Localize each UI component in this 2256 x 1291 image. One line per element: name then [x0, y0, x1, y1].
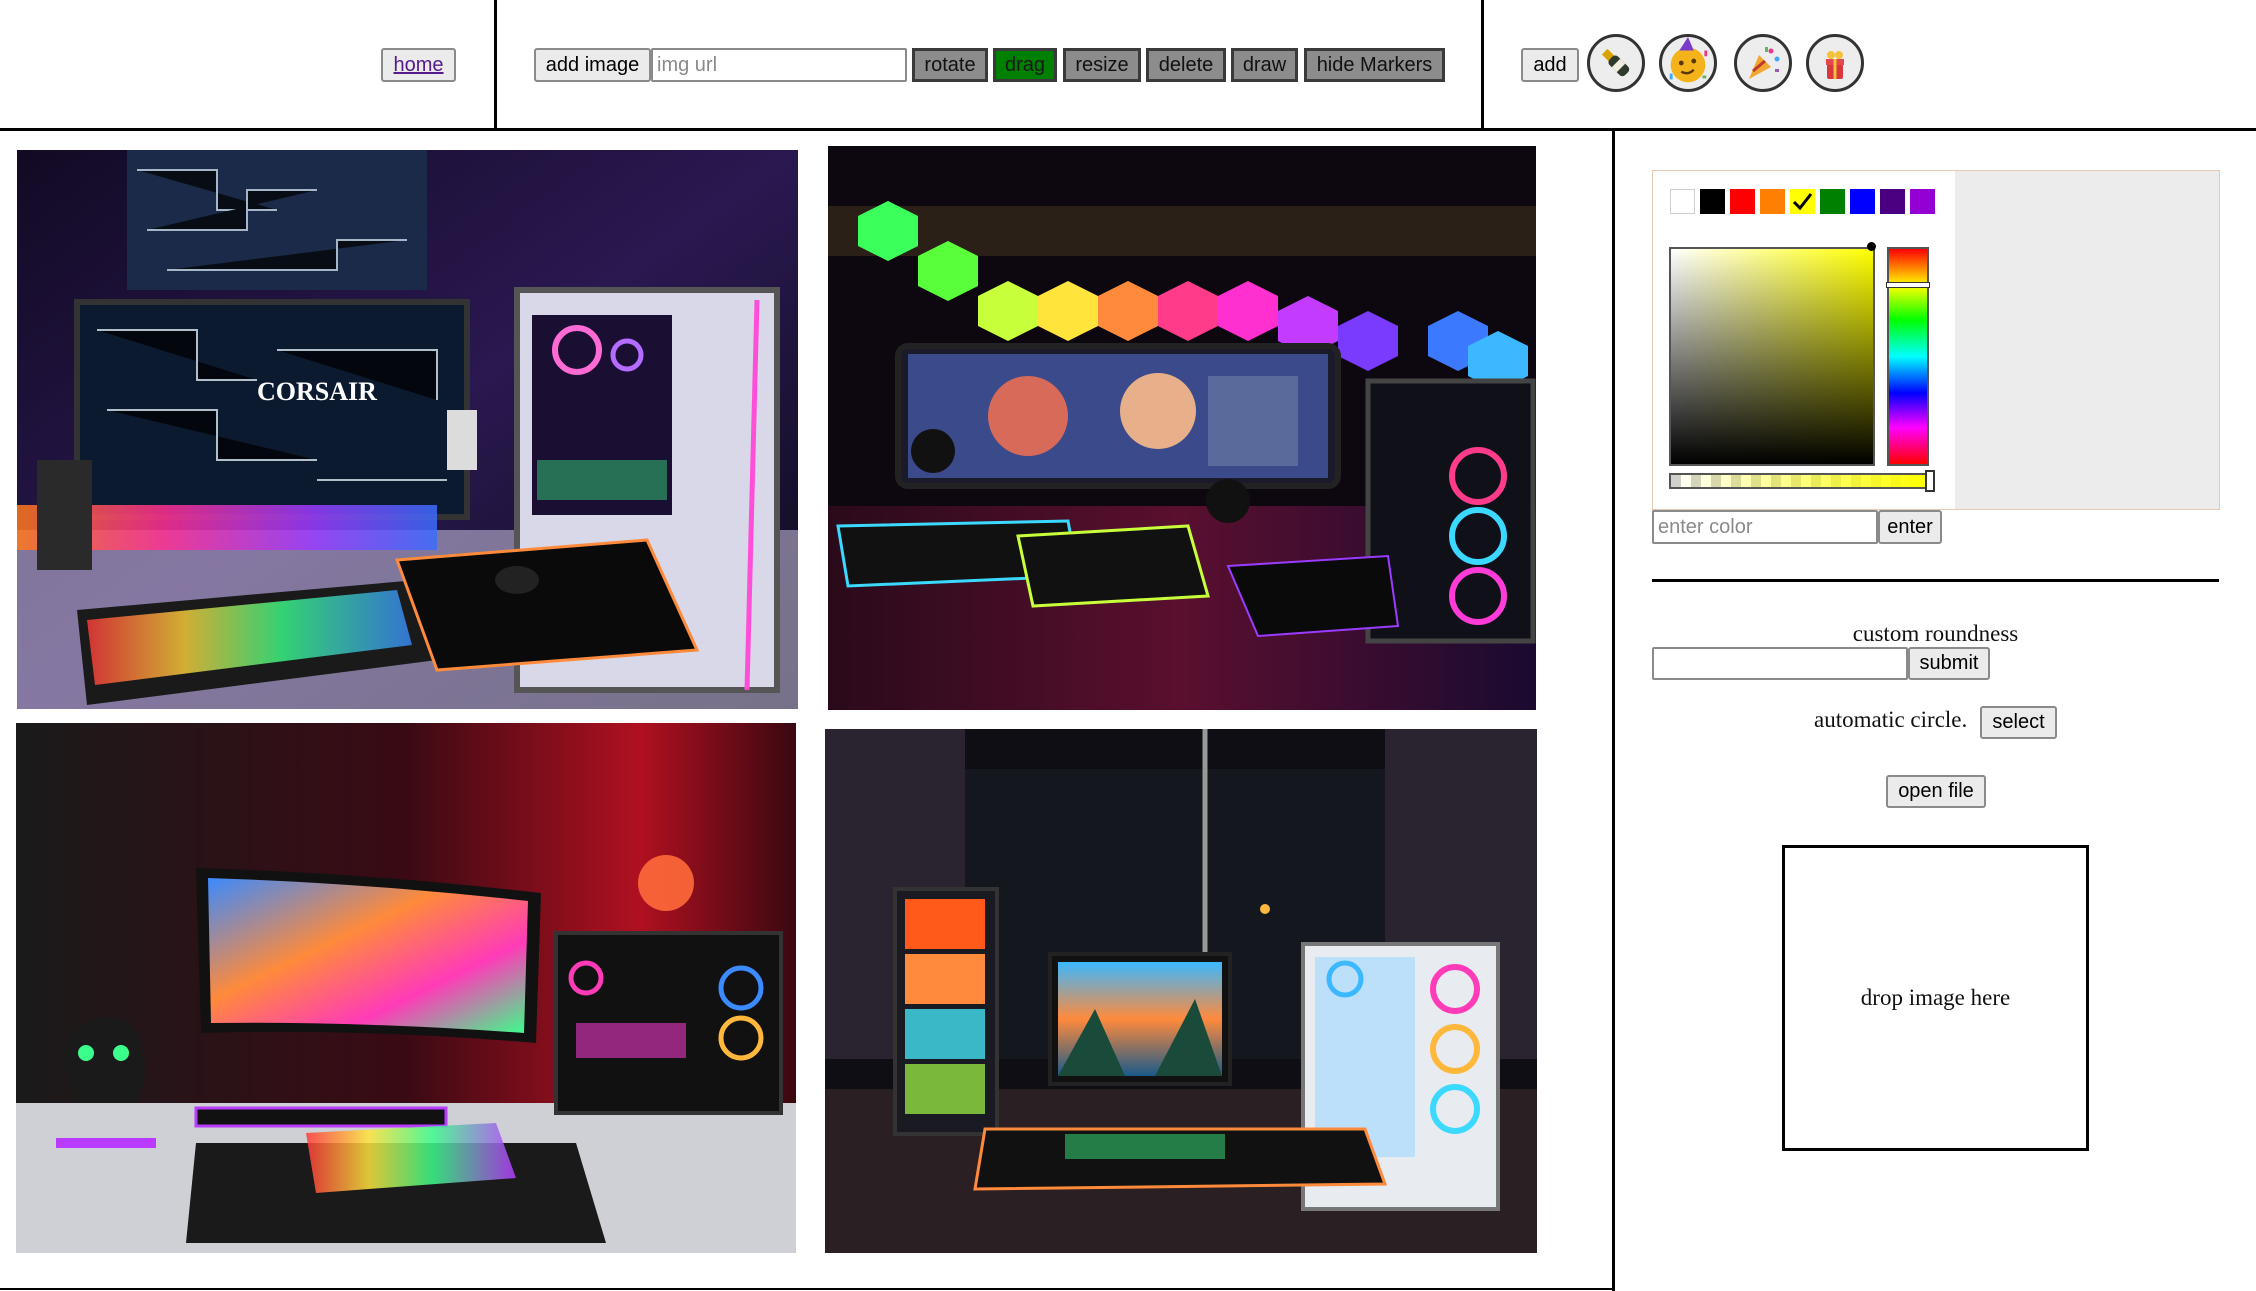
- color-swatch[interactable]: [1790, 189, 1815, 214]
- sidebar-divider: [1612, 130, 1615, 1291]
- submit-roundness-button[interactable]: submit: [1908, 647, 1990, 680]
- gallery-photo-red-room-setup[interactable]: [16, 723, 796, 1253]
- color-swatch[interactable]: [1910, 189, 1935, 214]
- select-circle-button[interactable]: select: [1980, 706, 2057, 739]
- custom-roundness-label: custom roundness: [1852, 621, 2019, 646]
- hide-markers-button[interactable]: hide Markers: [1304, 48, 1445, 82]
- resize-tool-button[interactable]: resize: [1063, 48, 1141, 82]
- alpha-slider-handle[interactable]: [1925, 470, 1935, 492]
- gallery-photo-hexagon-setup[interactable]: [828, 146, 1536, 710]
- header-divider-1: [494, 0, 497, 130]
- add-image-button[interactable]: add image: [534, 48, 651, 82]
- sidebar-separator: [1652, 579, 2219, 582]
- rotate-tool-button[interactable]: rotate: [912, 48, 988, 82]
- color-swatch[interactable]: [1700, 189, 1725, 214]
- color-input[interactable]: enter color: [1652, 510, 1878, 544]
- header-divider-2: [1481, 0, 1484, 130]
- color-swatch[interactable]: [1880, 189, 1905, 214]
- color-swatch[interactable]: [1820, 189, 1845, 214]
- saturation-value-area[interactable]: [1669, 247, 1875, 466]
- photo-watermark-corsair: CORSAIR: [257, 377, 377, 406]
- champagne-bottle-icon[interactable]: [1587, 34, 1645, 92]
- gallery-photo-window-night-setup[interactable]: [825, 729, 1537, 1253]
- delete-tool-button[interactable]: delete: [1146, 48, 1226, 82]
- hue-slider[interactable]: [1887, 247, 1929, 466]
- add-button[interactable]: add: [1521, 48, 1579, 82]
- alpha-slider-fill: [1671, 475, 1927, 487]
- gift-icon[interactable]: [1806, 34, 1864, 92]
- color-swatch[interactable]: [1670, 189, 1695, 214]
- color-swatch[interactable]: [1850, 189, 1875, 214]
- saturation-cursor[interactable]: [1867, 242, 1876, 251]
- color-swatch[interactable]: [1730, 189, 1755, 214]
- draw-tool-button[interactable]: draw: [1231, 48, 1298, 82]
- drop-zone-text: drop image here: [1860, 985, 2011, 1010]
- roundness-input[interactable]: [1652, 647, 1908, 680]
- open-file-button[interactable]: open file: [1886, 775, 1986, 808]
- party-popper-icon[interactable]: [1734, 34, 1792, 92]
- automatic-circle-label: automatic circle.: [1814, 707, 1968, 732]
- drag-tool-button[interactable]: drag: [993, 48, 1057, 82]
- drop-zone[interactable]: drop image here: [1782, 845, 2089, 1151]
- color-swatch[interactable]: [1760, 189, 1785, 214]
- page-bottom-border: [0, 1288, 1614, 1290]
- gallery-photo-corsair-setup[interactable]: CORSAIR: [17, 150, 798, 709]
- enter-color-button[interactable]: enter: [1878, 510, 1942, 544]
- partying-face-icon[interactable]: [1659, 34, 1717, 92]
- home-link[interactable]: home: [381, 48, 456, 82]
- header-bottom-border: [0, 128, 2256, 131]
- check-icon: [1792, 193, 1813, 211]
- img-url-input[interactable]: img url: [651, 48, 907, 82]
- hue-slider-handle[interactable]: [1886, 282, 1930, 288]
